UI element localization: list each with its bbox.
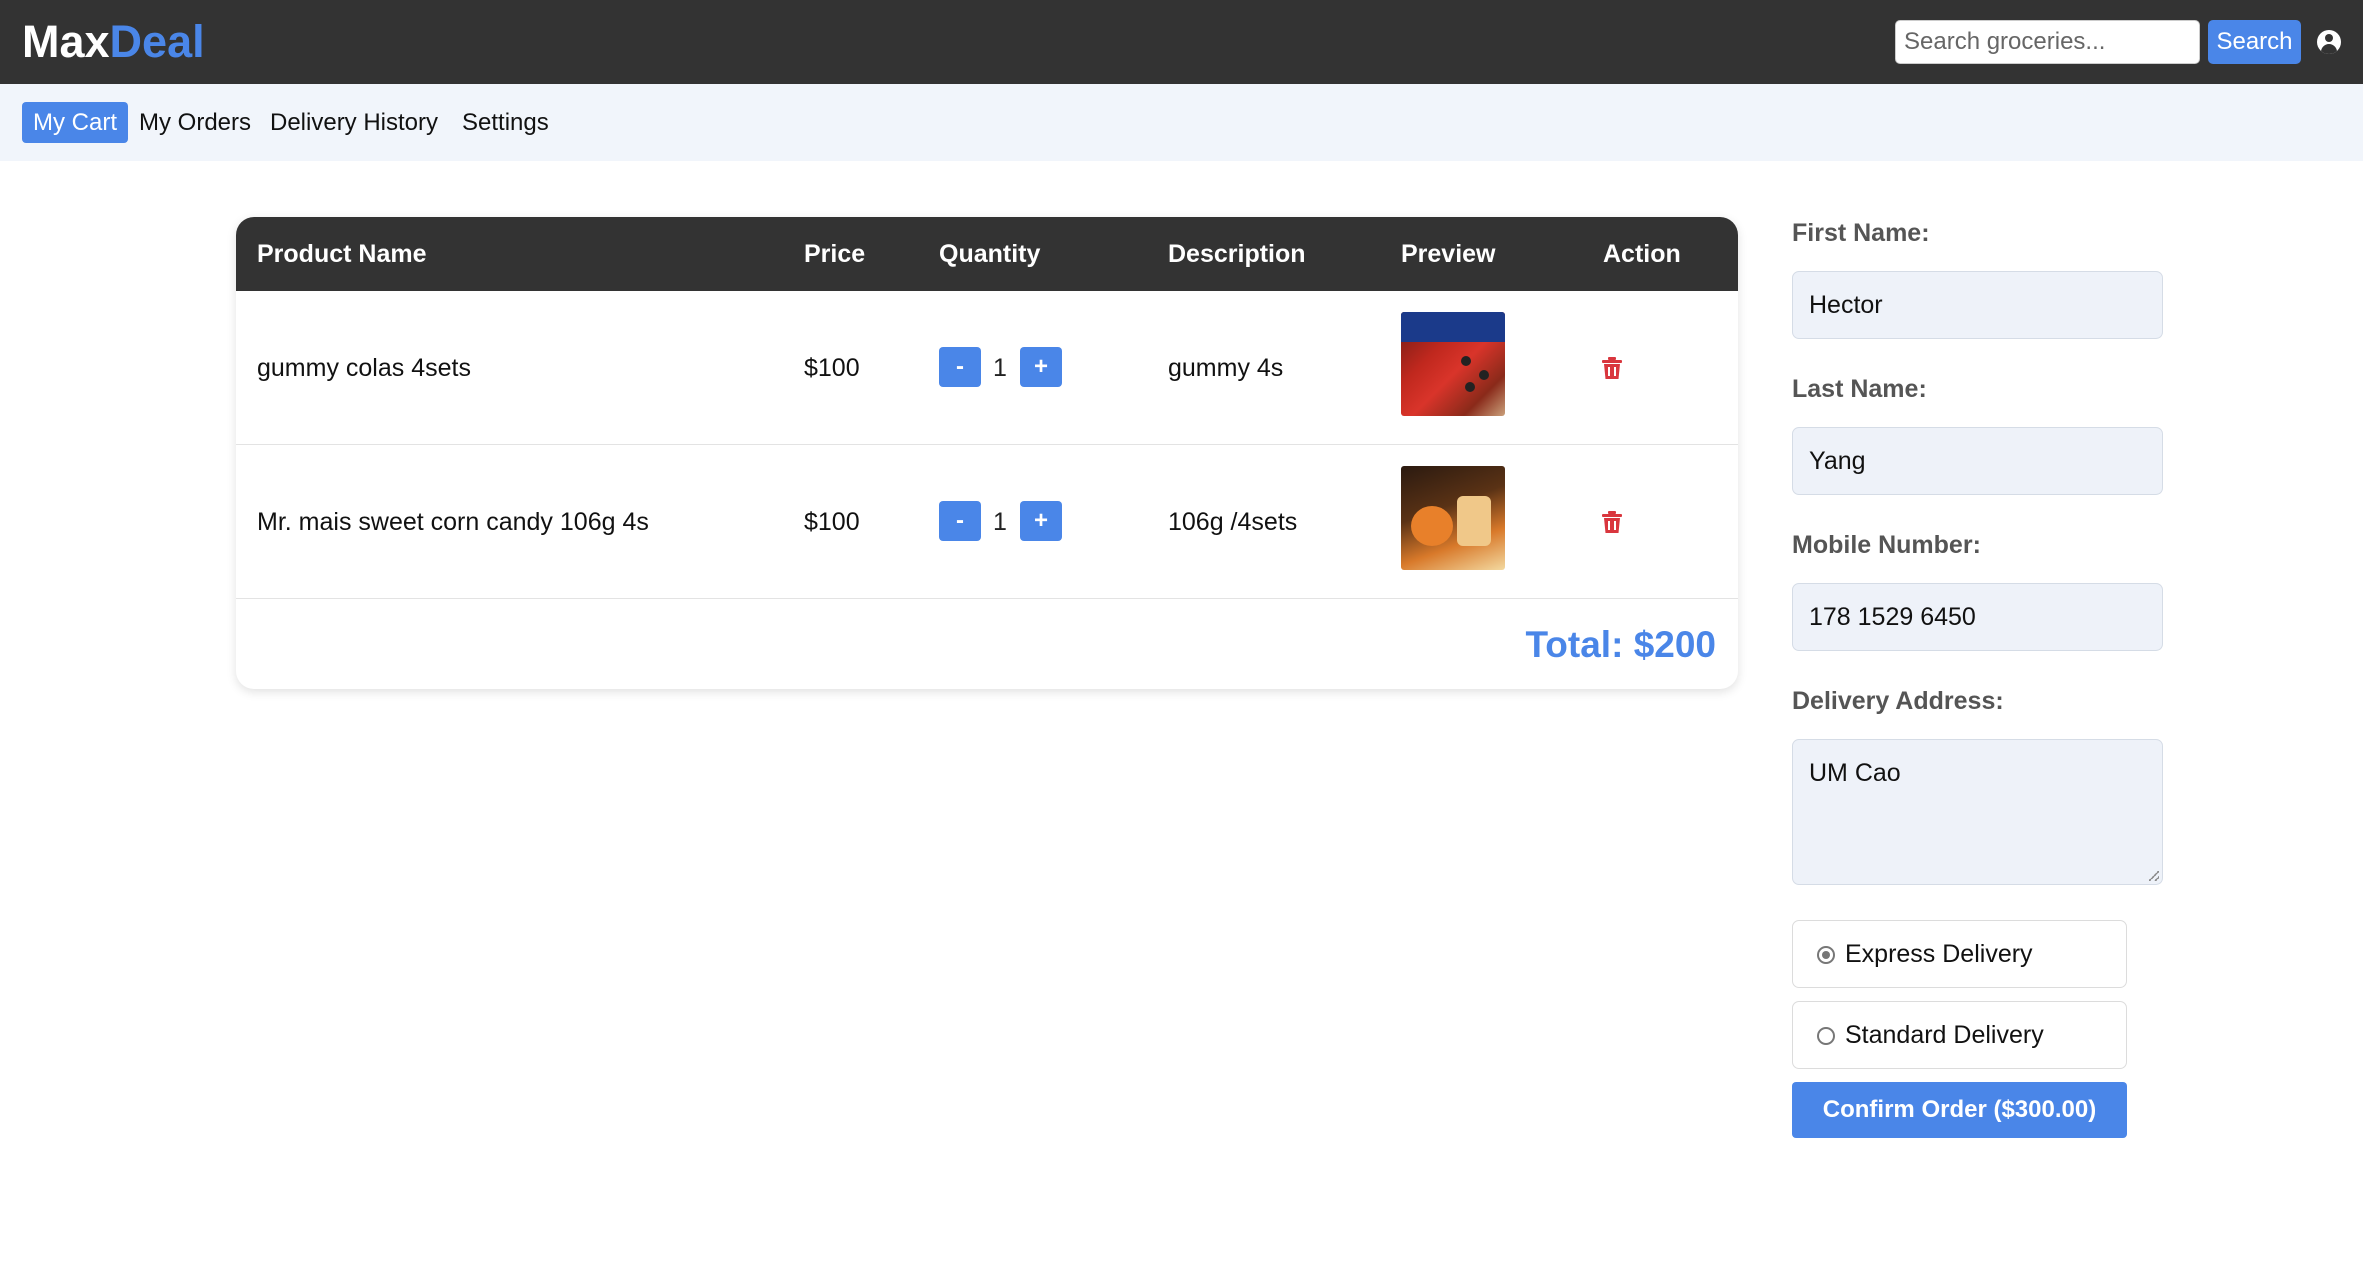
product-name: Mr. mais sweet corn candy 106g 4s xyxy=(257,508,649,536)
logo-text-deal: Deal xyxy=(109,16,205,67)
decrement-button[interactable]: - xyxy=(939,347,981,387)
corn-candy-product-image xyxy=(1401,466,1505,570)
nav-item-settings[interactable]: Settings xyxy=(451,102,560,143)
first-name-field[interactable]: Hector xyxy=(1792,271,2163,339)
top-header: MaxDeal Search xyxy=(0,0,2363,84)
delivery-address-textarea[interactable]: UM Cao xyxy=(1792,739,2163,885)
logo-text-max: Max xyxy=(22,16,110,67)
mobile-number-field[interactable]: 178 1529 6450 xyxy=(1792,583,2163,651)
image-cup xyxy=(1457,496,1491,546)
trash-icon[interactable] xyxy=(1602,357,1622,379)
mobile-number-label: Mobile Number: xyxy=(1792,531,1981,559)
product-name: gummy colas 4sets xyxy=(257,354,471,382)
user-circle-icon[interactable] xyxy=(2317,30,2341,54)
column-header-description: Description xyxy=(1168,240,1306,268)
image-dot xyxy=(1479,370,1489,380)
table-row: gummy colas 4sets $100 - 1 + gummy 4s xyxy=(236,291,1738,445)
image-dot xyxy=(1465,382,1475,392)
column-header-product-name: Product Name xyxy=(257,240,427,268)
cart-table: Product Name Price Quantity Description … xyxy=(236,217,1738,689)
quantity-value: 1 xyxy=(993,508,1007,536)
search-input[interactable] xyxy=(1895,20,2200,64)
last-name-label: Last Name: xyxy=(1792,375,1927,403)
product-description: 106g /4sets xyxy=(1168,508,1298,536)
product-description: gummy 4s xyxy=(1168,354,1284,382)
nav-item-delivery-history[interactable]: Delivery History xyxy=(259,102,449,143)
image-band xyxy=(1401,312,1505,342)
user-icon-head xyxy=(2325,34,2333,42)
last-name-field[interactable]: Yang xyxy=(1792,427,2163,495)
delivery-address-value: UM Cao xyxy=(1809,759,1901,787)
cart-total: Total: $200 xyxy=(1525,624,1716,665)
delivery-address-label: Delivery Address: xyxy=(1792,687,2004,715)
express-delivery-option[interactable]: Express Delivery (+$100) xyxy=(1792,920,2127,1034)
confirm-order-button[interactable]: Confirm Order ($300.00) xyxy=(1792,1082,2127,1138)
standard-delivery-radio[interactable] xyxy=(1817,1027,1835,1045)
image-dot xyxy=(1461,356,1471,366)
nav-item-my-orders[interactable]: My Orders xyxy=(128,102,262,143)
decrement-button[interactable]: - xyxy=(939,501,981,541)
quantity-value: 1 xyxy=(993,354,1007,382)
standard-delivery-option[interactable]: Standard Delivery xyxy=(1792,1001,2127,1069)
nav-item-my-cart[interactable]: My Cart xyxy=(22,102,128,143)
product-price: $100 xyxy=(804,354,860,382)
product-price: $100 xyxy=(804,508,860,536)
express-delivery-radio[interactable] xyxy=(1817,946,1835,964)
express-delivery-label: Express Delivery (+$100) xyxy=(1845,940,2033,1034)
nav-bar: My Cart My Orders Delivery History Setti… xyxy=(0,84,2363,161)
table-header: Product Name Price Quantity Description … xyxy=(236,217,1738,291)
search-button[interactable]: Search xyxy=(2208,20,2301,64)
increment-button[interactable]: + xyxy=(1020,501,1062,541)
logo[interactable]: MaxDeal xyxy=(22,16,205,68)
resize-handle-icon[interactable] xyxy=(2149,871,2159,881)
table-row: Mr. mais sweet corn candy 106g 4s $100 -… xyxy=(236,445,1738,599)
column-header-action: Action xyxy=(1603,240,1681,268)
image-pumpkin xyxy=(1411,506,1453,546)
column-header-price: Price xyxy=(804,240,866,268)
column-header-quantity: Quantity xyxy=(939,240,1041,268)
increment-button[interactable]: + xyxy=(1020,347,1062,387)
gummy-colas-product-image xyxy=(1401,312,1505,416)
column-header-preview: Preview xyxy=(1401,240,1496,268)
standard-delivery-label: Standard Delivery xyxy=(1845,1021,2044,1049)
trash-icon[interactable] xyxy=(1602,511,1622,533)
first-name-label: First Name: xyxy=(1792,219,1930,247)
user-icon-body xyxy=(2321,44,2337,54)
